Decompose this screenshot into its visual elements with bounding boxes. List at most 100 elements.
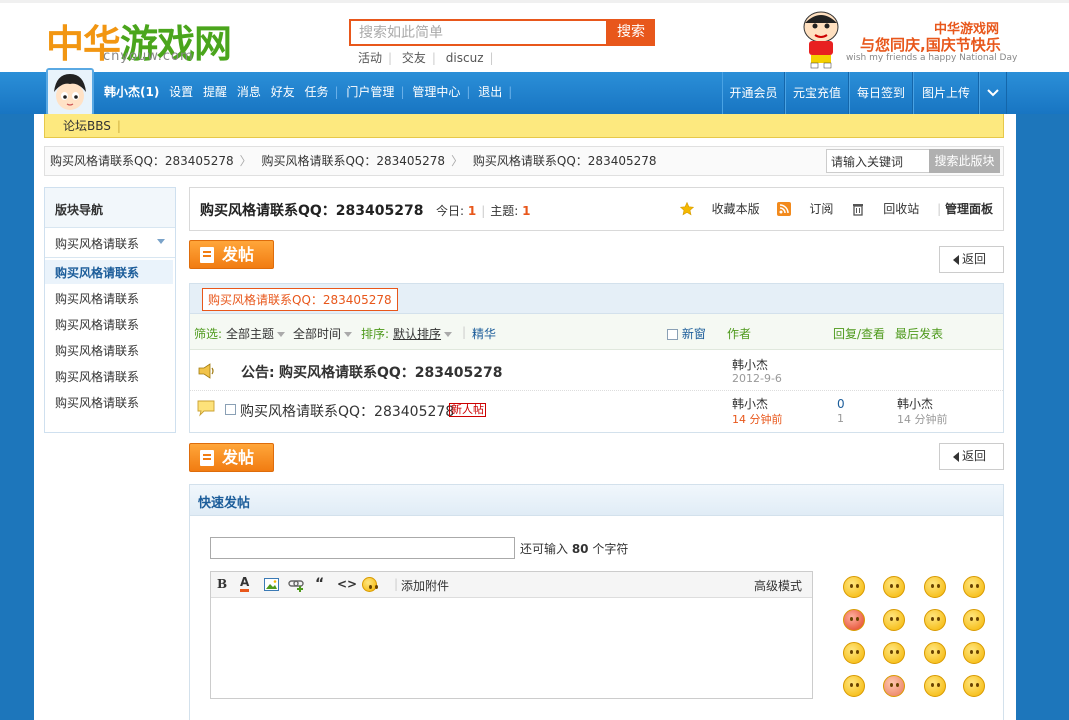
- sidebar-item[interactable]: 购买风格请联系: [45, 312, 175, 336]
- grin-face-icon[interactable]: [924, 576, 946, 598]
- subscribe-button[interactable]: 订阅: [777, 202, 833, 216]
- thread-list: 购买风格请联系QQ：283405278 筛选: 全部主题 全部时间 排序: 默认…: [189, 283, 1004, 433]
- right-rail: [1016, 114, 1069, 720]
- thread-list-top: 购买风格请联系QQ：283405278: [190, 284, 1003, 314]
- sidebar-item[interactable]: 购买风格请联系: [45, 338, 175, 362]
- nav-portal-admin[interactable]: 门户管理: [346, 85, 394, 99]
- thread-category-tag[interactable]: 购买风格请联系QQ：283405278: [202, 288, 398, 311]
- cool-face-icon[interactable]: [924, 675, 946, 697]
- emoticon-icon[interactable]: [362, 577, 378, 592]
- sad-face-icon[interactable]: [883, 576, 905, 598]
- shocked-face-icon[interactable]: [883, 609, 905, 631]
- sidebar-item[interactable]: 购买风格请联系: [45, 286, 175, 310]
- thread-select-checkbox[interactable]: [225, 404, 236, 415]
- announcement-date: 2012-9-6: [732, 372, 782, 385]
- filter-label: 筛选:: [194, 327, 223, 341]
- vip-button[interactable]: 开通会员: [722, 72, 785, 114]
- thinking-face-icon[interactable]: [963, 675, 985, 697]
- back-button[interactable]: 返回: [939, 443, 1004, 470]
- admin-panel-button[interactable]: 管理面板: [945, 202, 993, 216]
- nav-admin-center[interactable]: 管理中心: [412, 85, 460, 99]
- recycle-bin-button[interactable]: 回收站: [851, 202, 919, 216]
- nav-logout[interactable]: 退出: [478, 85, 502, 99]
- column-author: 作者: [727, 327, 752, 341]
- nav-tasks[interactable]: 任务: [305, 85, 329, 99]
- angry-face-icon[interactable]: [843, 609, 865, 631]
- sidebar-item[interactable]: 购买风格请联系: [45, 364, 175, 388]
- new-window-toggle[interactable]: 新窗: [667, 325, 706, 342]
- remain-count: 80: [571, 542, 589, 556]
- breadcrumb-item[interactable]: 购买风格请联系QQ：283405278: [261, 154, 445, 168]
- tongue-face-icon[interactable]: [883, 642, 905, 664]
- digest-filter[interactable]: 精华: [472, 325, 496, 342]
- confused-face-icon[interactable]: [843, 642, 865, 664]
- announcement-title[interactable]: 购买风格请联系QQ：283405278: [279, 362, 502, 382]
- forum-search-button[interactable]: 搜索此版块: [929, 149, 1000, 173]
- announcement-row[interactable]: 公告: 购买风格请联系QQ：283405278 韩小杰 2012-9-6: [190, 351, 1003, 391]
- smile-face-icon[interactable]: [924, 609, 946, 631]
- advanced-mode-button[interactable]: 高级模式: [754, 577, 802, 594]
- avatar[interactable]: [46, 68, 94, 116]
- breadcrumb-item[interactable]: 购买风格请联系QQ：283405278: [50, 154, 234, 168]
- breadcrumb-item[interactable]: 购买风格请联系QQ：283405278: [473, 154, 657, 168]
- sidebar-item[interactable]: 购买风格请联系: [45, 390, 175, 414]
- threads-count: 1: [522, 204, 531, 218]
- nav-messages[interactable]: 消息: [237, 85, 261, 99]
- new-post-button[interactable]: 发帖: [189, 443, 274, 472]
- image-icon[interactable]: [264, 578, 279, 591]
- username-link[interactable]: 韩小杰(1): [104, 85, 159, 99]
- speech-bubble-icon: [197, 400, 215, 417]
- search-button[interactable]: 搜索: [607, 19, 655, 46]
- sort-dropdown[interactable]: 默认排序: [393, 325, 458, 342]
- search-link-discuz[interactable]: discuz: [446, 51, 484, 65]
- forum-search-input[interactable]: 请输入关键词: [826, 149, 930, 173]
- add-attachment-button[interactable]: 添加附件: [401, 577, 449, 594]
- new-post-button[interactable]: 发帖: [189, 240, 274, 269]
- quote-icon[interactable]: “: [315, 576, 324, 592]
- announcement-author[interactable]: 韩小杰: [732, 356, 768, 373]
- chevron-down-icon: [277, 332, 286, 337]
- thread-last-author[interactable]: 韩小杰: [897, 395, 933, 412]
- sidebar-forum-select[interactable]: 购买风格请联系: [45, 228, 175, 258]
- search-input[interactable]: 搜索如此简单: [349, 19, 608, 46]
- post-body-textarea[interactable]: [211, 598, 812, 698]
- rss-icon: [777, 202, 792, 216]
- thread-author[interactable]: 韩小杰: [732, 395, 768, 412]
- nav-settings[interactable]: 设置: [169, 85, 193, 99]
- font-color-icon[interactable]: A: [240, 575, 250, 592]
- shy-face-icon[interactable]: [883, 675, 905, 697]
- quick-post-title: 快速发帖: [190, 485, 1003, 516]
- forum-tools: 收藏本版 订阅 回收站 | 管理面板: [666, 200, 993, 217]
- filter-all-topics[interactable]: 全部主题: [226, 325, 291, 342]
- sort-label: 排序:: [361, 327, 390, 341]
- bbs-link[interactable]: 论坛BBS: [63, 119, 111, 133]
- wink-face-icon[interactable]: [843, 675, 865, 697]
- code-icon[interactable]: <>: [337, 577, 357, 591]
- thread-row[interactable]: 购买风格请联系QQ：283405278 新人帖 韩小杰 14 分钟前 0 1 韩…: [190, 391, 1003, 431]
- search-link-dating[interactable]: 交友: [402, 51, 426, 65]
- bold-icon[interactable]: B: [217, 577, 227, 591]
- search-link-activity[interactable]: 活动: [358, 51, 382, 65]
- thread-title[interactable]: 购买风格请联系QQ：283405278: [240, 401, 454, 421]
- recharge-button[interactable]: 元宝充值: [785, 72, 849, 114]
- big-grin-face-icon[interactable]: [963, 642, 985, 664]
- sidebar-item[interactable]: 购买风格请联系: [45, 260, 173, 284]
- megaphone-icon: [198, 363, 214, 379]
- site-header: 中华游戏网 cnyouw.com 搜索如此简单 搜索 活动 | 交友 | discu…: [0, 0, 1069, 72]
- checkin-button[interactable]: 每日签到: [849, 72, 913, 114]
- post-title-input[interactable]: [210, 537, 515, 559]
- more-dropdown[interactable]: [979, 72, 1007, 114]
- nav-friends[interactable]: 好友: [271, 85, 295, 99]
- favorite-forum-button[interactable]: 收藏本版: [679, 202, 760, 216]
- love-face-icon[interactable]: [963, 609, 985, 631]
- nav-reminders[interactable]: 提醒: [203, 85, 227, 99]
- back-button[interactable]: 返回: [939, 246, 1004, 273]
- new-user-badge: 新人帖: [449, 403, 486, 417]
- laugh-face-icon[interactable]: [924, 642, 946, 664]
- new-window-checkbox[interactable]: [667, 329, 678, 340]
- filter-all-time[interactable]: 全部时间: [293, 325, 358, 342]
- smiley-icon[interactable]: [843, 576, 865, 598]
- sweat-face-icon[interactable]: [963, 576, 985, 598]
- link-icon[interactable]: [288, 578, 304, 592]
- upload-image-button[interactable]: 图片上传: [913, 72, 979, 114]
